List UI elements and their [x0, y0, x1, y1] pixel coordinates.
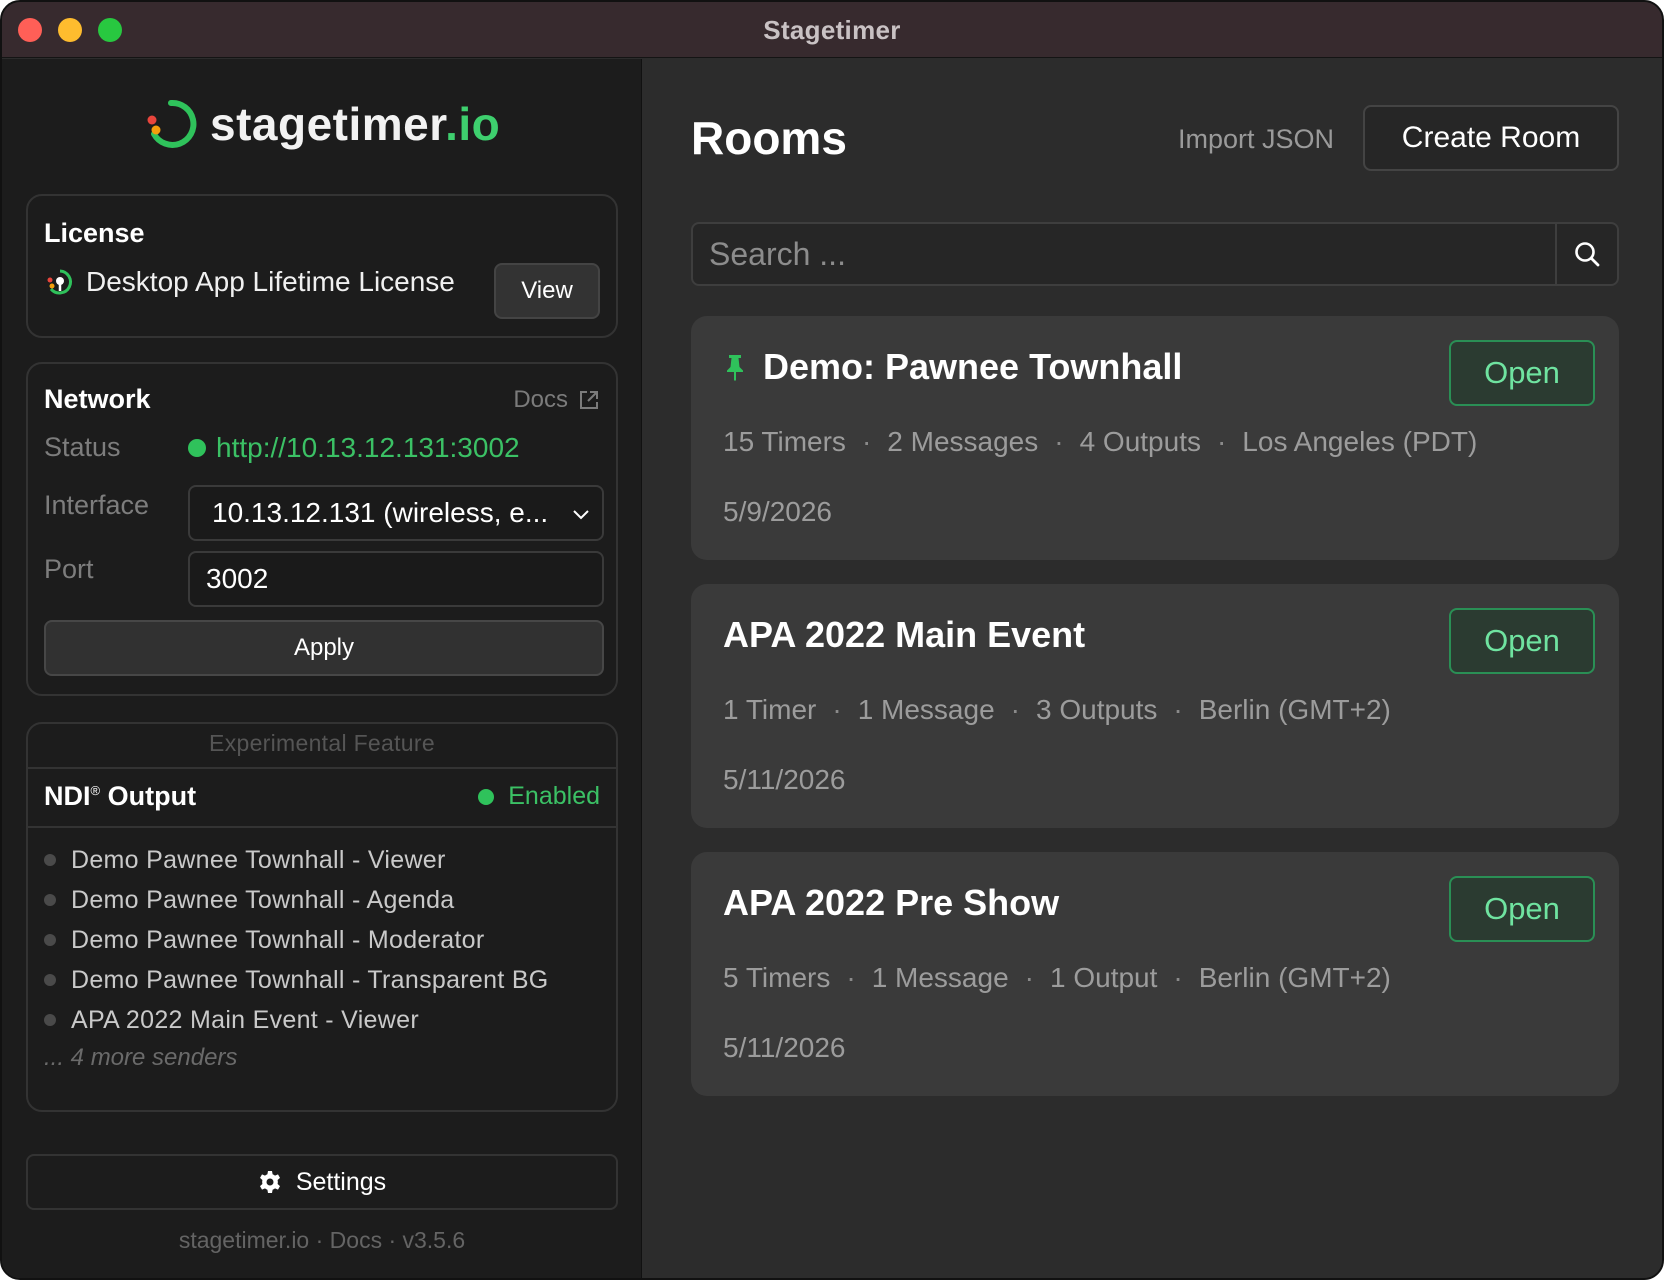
license-badge-icon: [47, 269, 72, 295]
list-item: Demo Pawnee Townhall - Transparent BG: [44, 960, 549, 1000]
open-room-button[interactable]: Open: [1449, 608, 1595, 674]
open-room-button[interactable]: Open: [1449, 340, 1595, 406]
room-meta: 15 Timers · 2 Messages · 4 Outputs · Los An…: [723, 426, 1478, 457]
logo-text: stagetimer.io: [210, 98, 501, 150]
main-panel: Rooms Import JSON Create Room Demo: Pawn…: [643, 59, 1662, 1278]
network-docs-link[interactable]: Docs: [513, 386, 600, 414]
license-title: License: [44, 218, 145, 248]
page-title: Rooms: [691, 112, 847, 164]
license-row: Desktop App Lifetime License: [44, 266, 455, 298]
open-room-button[interactable]: Open: [1449, 876, 1595, 942]
room-date: 5/11/2026: [723, 1032, 846, 1063]
list-item: Demo Pawnee Townhall - Moderator: [44, 920, 549, 960]
interface-select[interactable]: 10.13.12.131 (wireless, e...: [188, 485, 604, 541]
network-title: Network: [44, 384, 151, 414]
interface-label: Interface: [44, 490, 150, 520]
room-card[interactable]: APA 2022 Pre Show Open 5 Timers · 1 Messa…: [691, 852, 1619, 1096]
chevron-down-icon: [573, 510, 589, 520]
divider: [28, 826, 616, 828]
room-card[interactable]: Demo: Pawnee Townhall Open 15 Timers · 2 …: [691, 316, 1619, 560]
list-item: Demo Pawnee Townhall - Agenda: [44, 880, 549, 920]
ndi-card: Experimental Feature NDI® Output Enabled…: [26, 722, 618, 1112]
search-button[interactable]: [1555, 224, 1617, 284]
room-card[interactable]: APA 2022 Main Event Open 1 Timer · 1 Mess…: [691, 584, 1619, 828]
search-bar: [691, 222, 1619, 286]
status-label: Status: [44, 432, 121, 462]
divider: [28, 767, 616, 769]
import-json-button[interactable]: Import JSON: [1178, 124, 1334, 155]
logo-mark-icon: [147, 99, 197, 148]
room-meta: 1 Timer · 1 Message · 3 Outputs · Berlin (G…: [723, 694, 1391, 725]
search-input[interactable]: [709, 224, 1529, 284]
ndi-sender-list: Demo Pawnee Townhall - Viewer Demo Pawne…: [44, 840, 549, 1040]
window-title: Stagetimer: [763, 15, 901, 45]
ndi-title: NDI® Output: [44, 781, 197, 811]
status-url-link[interactable]: http://10.13.12.131:3002: [216, 432, 520, 464]
create-room-button[interactable]: Create Room: [1363, 105, 1619, 171]
port-input[interactable]: 3002: [188, 551, 604, 607]
settings-button[interactable]: Settings: [26, 1154, 618, 1210]
room-date: 5/11/2026: [723, 764, 846, 795]
experimental-label: Experimental Feature: [209, 730, 435, 756]
app-window: Stagetimer stagetimer.io License Desktop…: [0, 0, 1664, 1280]
room-meta: 5 Timers · 1 Message · 1 Output · Berlin (G…: [723, 962, 1391, 993]
ndi-status-dot: [478, 788, 495, 805]
sidebar: stagetimer.io License Desktop App Lifeti…: [2, 59, 642, 1278]
view-license-button[interactable]: View: [494, 263, 600, 319]
ndi-status: Enabled: [478, 782, 600, 811]
room-title: APA 2022 Main Event: [723, 614, 1086, 655]
more-senders-label: ... 4 more senders: [44, 1044, 238, 1071]
license-card: License Desktop App Lifetime License Vie…: [26, 194, 618, 338]
status-dot: [188, 439, 206, 457]
footer[interactable]: stagetimer.io · Docs · v3.5.6: [2, 1227, 642, 1254]
room-title: APA 2022 Pre Show: [723, 882, 1060, 923]
pin-icon: [727, 355, 743, 381]
external-link-icon: [580, 391, 598, 409]
network-card: Network Docs Status http://10.13.12.131:…: [26, 362, 618, 696]
list-item: Demo Pawnee Townhall - Viewer: [44, 840, 549, 880]
room-title: Demo: Pawnee Townhall: [723, 346, 1182, 388]
list-item: APA 2022 Main Event - Viewer: [44, 1000, 549, 1040]
title-bar[interactable]: Stagetimer: [2, 2, 1662, 58]
port-label: Port: [44, 554, 94, 584]
search-icon: [1575, 242, 1600, 267]
logo: stagetimer.io: [144, 94, 500, 154]
license-name: Desktop App Lifetime License: [86, 266, 455, 297]
gear-icon: [259, 1171, 280, 1193]
apply-button[interactable]: Apply: [44, 620, 604, 676]
status-value: http://10.13.12.131:3002: [188, 432, 520, 464]
room-date: 5/9/2026: [723, 496, 832, 527]
